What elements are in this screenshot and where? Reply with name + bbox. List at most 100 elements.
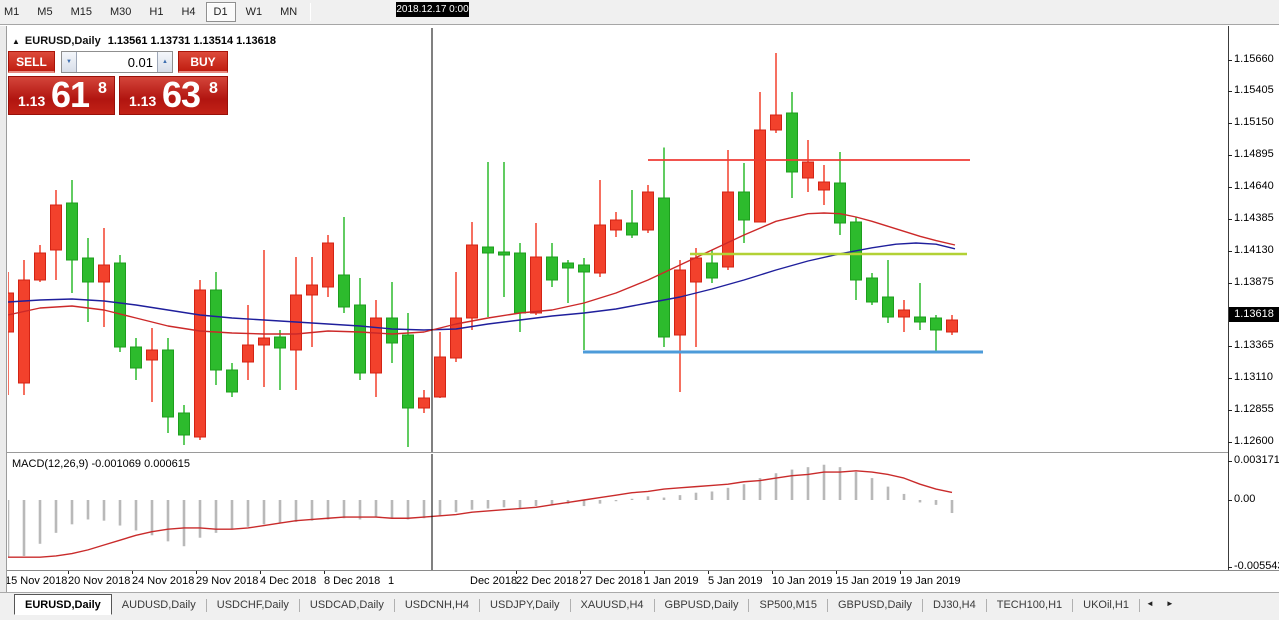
timeframe-button-m5[interactable]: M5 [29, 2, 60, 22]
candle-body [563, 263, 574, 268]
tab-usdcnh-h4[interactable]: USDCNH,H4 [395, 595, 479, 616]
date-axis-tick [836, 571, 837, 574]
candle-body [115, 263, 126, 347]
candle-body [867, 278, 878, 302]
price-axis-label: 1.14385 [1234, 212, 1278, 224]
volume-input[interactable] [78, 52, 157, 72]
timeframe-button-d1[interactable]: D1 [206, 2, 236, 22]
date-axis-label: 24 Nov 2018 [132, 575, 194, 587]
date-axis-label: 4 Dec 2018 [260, 575, 316, 587]
candle-body [547, 257, 558, 280]
tab-ukoil-h1[interactable]: UKOil,H1 [1073, 595, 1139, 616]
timeframe-button-m30[interactable]: M30 [102, 2, 139, 22]
date-axis-label: 15 Nov 2018 [5, 575, 67, 587]
candle-body [371, 318, 382, 373]
candle-body [931, 318, 942, 330]
candle-body [275, 337, 286, 348]
candle-body [691, 258, 702, 282]
tab-gbpusd-daily[interactable]: GBPUSD,Daily [828, 595, 922, 616]
candle-body [435, 357, 446, 397]
timeframe-button-mn[interactable]: MN [272, 2, 305, 22]
tab-scroll-left-icon[interactable]: ◄ [1140, 599, 1160, 608]
price-axis-tick [1228, 219, 1232, 220]
tab-xauusd-h4[interactable]: XAUUSD,H4 [571, 595, 654, 616]
price-axis-tick [1228, 91, 1232, 92]
tab-tech100-h1[interactable]: TECH100,H1 [987, 595, 1072, 616]
candle-body [819, 182, 830, 190]
candle-body [707, 263, 718, 278]
timeframe-button-h1[interactable]: H1 [141, 2, 171, 22]
price-axis-label: 1.15150 [1234, 116, 1278, 128]
candle-body [899, 310, 910, 317]
pane-separator[interactable] [0, 452, 1228, 454]
volume-increase-icon[interactable]: ▲ [157, 52, 172, 72]
candle-body [659, 198, 670, 337]
panel-collapse-icon[interactable]: ▲ [12, 37, 20, 46]
one-click-trading-panel: SELL ▼ ▲ BUY 1.13 61 8 1.13 63 8 [8, 50, 228, 115]
candle-body [387, 318, 398, 343]
tab-sp500-m15[interactable]: SP500,M15 [749, 595, 826, 616]
candle-body [19, 280, 30, 383]
trading-terminal-window: M1M5M15M30H1H4D1W1MN ▲EURUSD,Daily1.1356… [0, 0, 1279, 620]
price-axis-label: 1.13110 [1234, 371, 1278, 383]
chart-tabs-bar: EURUSD,DailyAUDUSD,DailyUSDCHF,DailyUSDC… [0, 593, 1279, 620]
chart-ohlc-values: 1.13561 1.13731 1.13514 1.13618 [108, 35, 276, 47]
price-axis-tick [1228, 251, 1232, 252]
timeframe-button-m15[interactable]: M15 [63, 2, 100, 22]
candle-body [35, 253, 46, 280]
macd-axis-label: 0.00 [1234, 493, 1278, 505]
date-axis-label: 27 Dec 2018 [580, 575, 642, 587]
price-axis-tick [1228, 123, 1232, 124]
price-axis-label: 1.15405 [1234, 84, 1278, 96]
tab-usdjpy-daily[interactable]: USDJPY,Daily [480, 595, 570, 616]
sell-price-prefix: 1.13 [18, 93, 45, 109]
candle-body [515, 253, 526, 313]
candle-body [147, 350, 158, 360]
tab-scroll-right-icon[interactable]: ► [1160, 599, 1180, 608]
chart-title: ▲EURUSD,Daily1.13561 1.13731 1.13514 1.1… [12, 35, 276, 47]
candle-body [739, 192, 750, 220]
date-axis-tick [580, 571, 581, 574]
timeframe-button-m1[interactable]: M1 [0, 2, 27, 22]
buy-button[interactable]: BUY [178, 51, 228, 73]
candle-body [787, 113, 798, 172]
sell-button[interactable]: SELL [8, 51, 55, 73]
tab-usdchf-daily[interactable]: USDCHF,Daily [207, 595, 299, 616]
macd-signal-line [8, 471, 952, 557]
timeframe-button-h4[interactable]: H4 [173, 2, 203, 22]
tab-eurusd-daily[interactable]: EURUSD,Daily [14, 594, 112, 615]
candle-body [723, 192, 734, 267]
tab-audusd-daily[interactable]: AUDUSD,Daily [112, 595, 206, 616]
tab-gbpusd-daily[interactable]: GBPUSD,Daily [655, 595, 749, 616]
buy-price-panel[interactable]: 1.13 63 8 [119, 76, 228, 115]
volume-decrease-icon[interactable]: ▼ [62, 52, 77, 72]
candle-body [259, 338, 270, 345]
timeframe-button-w1[interactable]: W1 [238, 2, 271, 22]
price-axis-label: 1.12600 [1234, 435, 1278, 447]
date-axis-label: 22 Dec 2018 [516, 575, 578, 587]
candle-body [179, 413, 190, 435]
date-axis-label: 1 Jan 2019 [644, 575, 698, 587]
candle-body [131, 347, 142, 368]
date-axis-label: 20 Nov 2018 [68, 575, 130, 587]
date-axis-label: Dec 2018 [470, 575, 517, 587]
tab-usdcad-daily[interactable]: USDCAD,Daily [300, 595, 394, 616]
candle-body [915, 317, 926, 322]
date-axis-label: 1 [388, 575, 394, 587]
price-axis-tick [1228, 60, 1232, 61]
price-axis-label: 1.14895 [1234, 148, 1278, 160]
buy-price-prefix: 1.13 [129, 93, 156, 109]
macd-axis-label: -0.005543 [1234, 560, 1278, 572]
date-axis-tick [772, 571, 773, 574]
candle-body [195, 290, 206, 437]
sell-price-big: 61 [51, 74, 89, 116]
candle-body [947, 320, 958, 332]
sell-price-panel[interactable]: 1.13 61 8 [8, 76, 115, 115]
candle-body [835, 183, 846, 223]
candle-body [755, 130, 766, 222]
price-axis-label: 1.15660 [1234, 53, 1278, 65]
tabsbar-border [0, 592, 1279, 593]
tab-dj30-h4[interactable]: DJ30,H4 [923, 595, 986, 616]
window-left-border [0, 26, 7, 592]
price-axis-label: 1.14640 [1234, 180, 1278, 192]
